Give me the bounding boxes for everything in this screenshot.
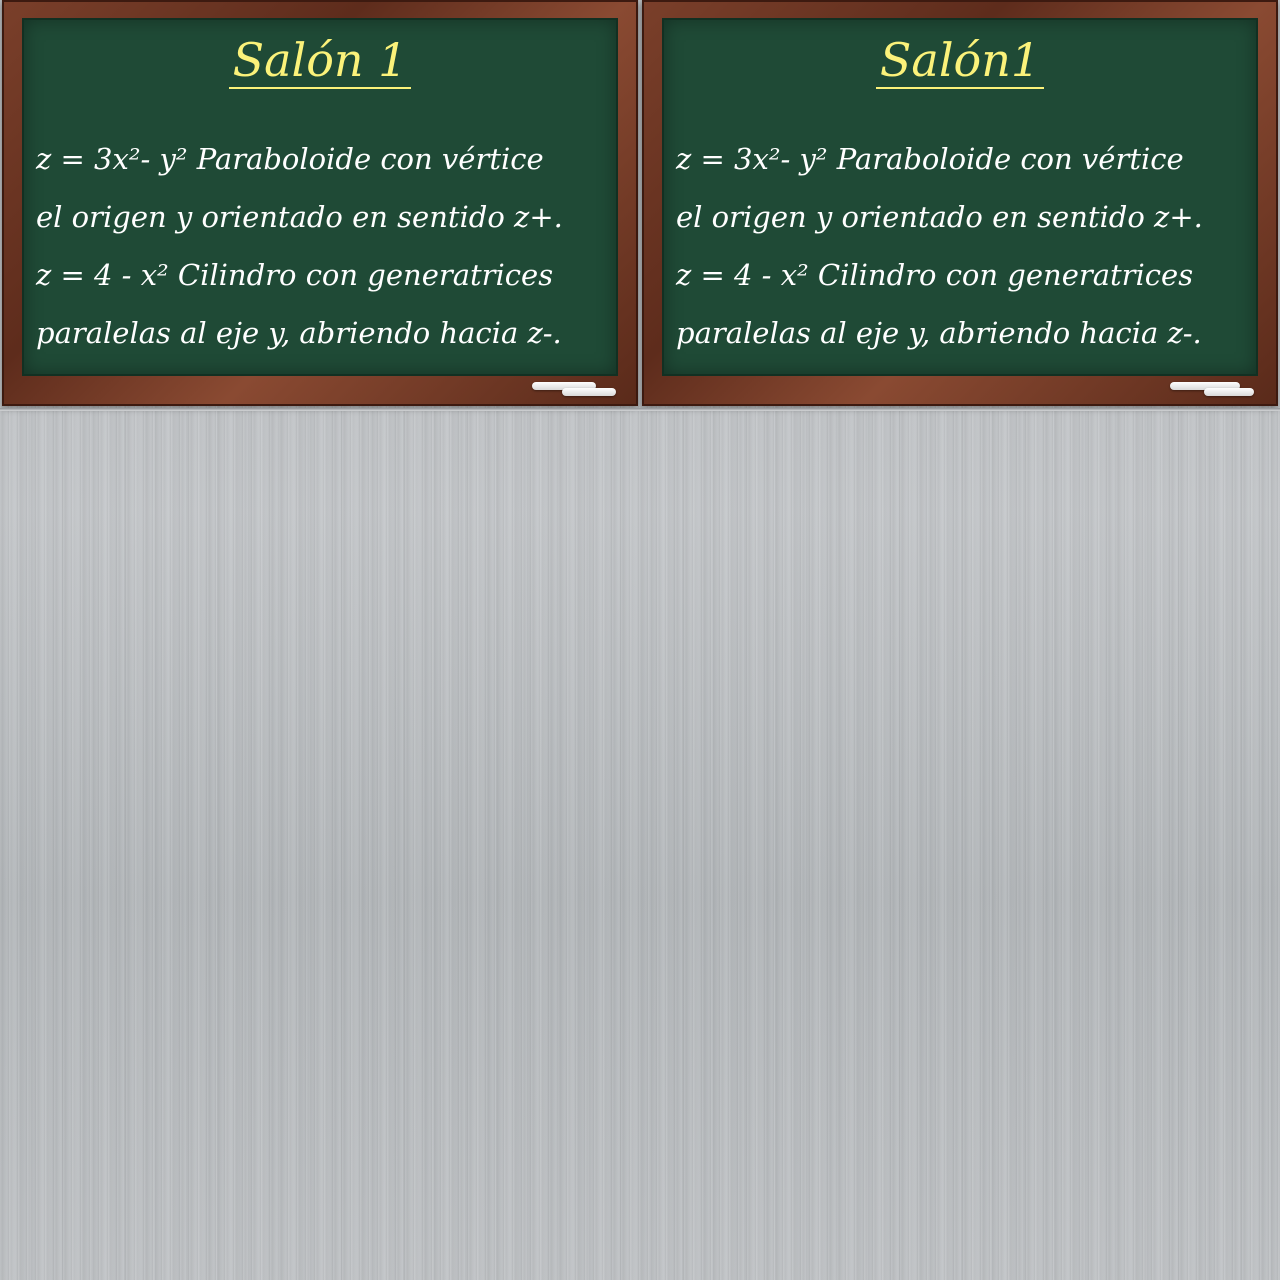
board-title: Salón 1 [24, 32, 616, 89]
board-line: paralelas al eje y, abriendo hacia z-. [36, 316, 562, 350]
board-title: Salón1 [664, 32, 1256, 89]
board-line: el origen y orientado en sentido z+. [676, 200, 1203, 234]
chalkboard-panel: Salón1 z = 3x²- y² Paraboloide con vérti… [662, 18, 1258, 376]
board-line: el origen y orientado en sentido z+. [36, 200, 563, 234]
board-line: z = 3x²- y² Paraboloide con vértice [676, 142, 1184, 176]
chalk-piece [562, 388, 616, 396]
chalkboard-right: Salón1 z = 3x²- y² Paraboloide con vérti… [642, 0, 1278, 406]
chalk-piece [1204, 388, 1254, 396]
board-line: z = 3x²- y² Paraboloide con vértice [36, 142, 544, 176]
board-line: z = 4 - x² Cilindro con generatrices [36, 258, 554, 292]
chalkboard-left: Salón 1 z = 3x²- y² Paraboloide con vért… [2, 0, 638, 406]
board-text: z = 3x²- y² Paraboloide con vértice el o… [36, 130, 610, 362]
board-line: z = 4 - x² Cilindro con generatrices [676, 258, 1194, 292]
metal-background-seam [0, 408, 1280, 411]
board-text: z = 3x²- y² Paraboloide con vértice el o… [676, 130, 1250, 362]
board-title-text: Salón1 [875, 33, 1045, 89]
board-title-text: Salón 1 [228, 33, 412, 89]
board-line: paralelas al eje y, abriendo hacia z-. [676, 316, 1202, 350]
chalkboard-panel: Salón 1 z = 3x²- y² Paraboloide con vért… [22, 18, 618, 376]
